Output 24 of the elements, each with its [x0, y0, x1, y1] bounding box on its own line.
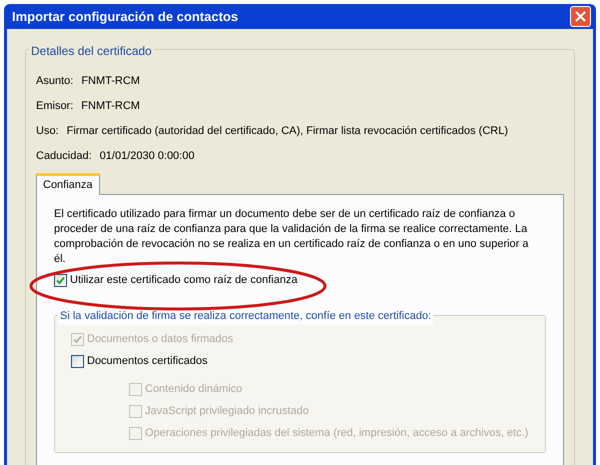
- field-value: Firmar certificado (autoridad del certificado, CA), Firmar lista revocación certificados (CRL): [66, 124, 508, 140]
- window-title: Importar configuración de contactos: [12, 8, 238, 26]
- group-legend: Si la validación de firma se realiza correctamente, confíe en este certificado:: [58, 308, 434, 324]
- checkbox-label: Operaciones privilegiadas del sistema (red, impresión, acceso a archivos, etc.): [145, 426, 528, 441]
- description-text: El certificado utilizado para firmar un documento debe ser de un certificado raíz de confianza o proceder de una raíz de confianza para que la validación de la firma se realice correctamente. La comprobación de revocación no se realiza en un certificado raíz de confianza o en uno superior a él.: [54, 207, 530, 267]
- checkbox-label: Documentos o datos firmados: [87, 332, 234, 347]
- checkmark-icon: [56, 276, 65, 284]
- field-value: 01/01/2030 0:00:00: [100, 149, 194, 164]
- close-icon: [575, 11, 586, 22]
- checkbox[interactable]: [71, 354, 84, 368]
- tab[interactable]: Confianza: [36, 173, 100, 195]
- checkbox-label: JavaScript privilegiado incrustado: [145, 404, 309, 419]
- field-value: FNMT-RCM: [81, 99, 140, 114]
- close-button[interactable]: [570, 6, 591, 27]
- field-label: Uso:: [36, 124, 59, 140]
- field-label: Caducidad:: [36, 149, 92, 164]
- field-label: Asunto:: [36, 74, 74, 90]
- checkbox-label: Contenido dinámico: [145, 382, 242, 397]
- checkbox-label: Utilizar este certificado como raíz de confianza: [70, 272, 298, 288]
- checkbox[interactable]: [54, 274, 67, 286]
- checkbox-label: Documentos certificados: [87, 354, 208, 369]
- field-value: FNMT-RCM: [81, 74, 140, 90]
- field-label: Emisor:: [36, 99, 74, 114]
- checkmark-icon: [73, 334, 82, 344]
